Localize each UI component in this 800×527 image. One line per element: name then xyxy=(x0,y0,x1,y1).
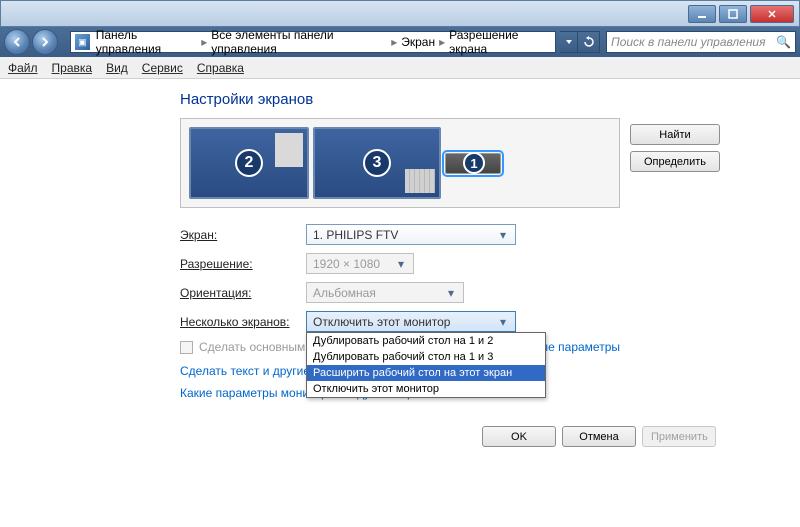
search-icon: 🔍 xyxy=(776,35,791,49)
breadcrumb[interactable]: Все элементы панели управления xyxy=(211,28,387,56)
find-button[interactable]: Найти xyxy=(630,124,720,145)
dialog-buttons: OK Отмена Применить xyxy=(80,426,720,447)
dropdown-option[interactable]: Дублировать рабочий стол на 1 и 2 xyxy=(307,333,545,349)
multiple-displays-select[interactable]: Отключить этот монитор ▾ xyxy=(306,311,516,332)
menu-bar: Файл Правка Вид Сервис Справка xyxy=(0,57,800,79)
refresh-button[interactable] xyxy=(578,31,600,53)
menu-edit[interactable]: Правка xyxy=(52,61,93,75)
chevron-down-icon: ▾ xyxy=(393,257,409,271)
display-value: 1. PHILIPS FTV xyxy=(313,228,398,242)
resolution-label: Разрешение: xyxy=(180,257,306,271)
identify-button[interactable]: Определить xyxy=(630,151,720,172)
orientation-value: Альбомная xyxy=(313,286,376,300)
multiple-displays-label: Несколько экранов: xyxy=(180,315,306,329)
search-placeholder: Поиск в панели управления xyxy=(611,35,766,49)
menu-view[interactable]: Вид xyxy=(106,61,128,75)
monitor-number: 1 xyxy=(463,152,485,174)
search-input[interactable]: Поиск в панели управления 🔍 xyxy=(606,31,796,53)
cancel-button[interactable]: Отмена xyxy=(562,426,636,447)
chevron-down-icon: ▾ xyxy=(495,228,511,242)
menu-file[interactable]: Файл xyxy=(8,61,38,75)
chevron-right-icon: ▸ xyxy=(435,35,449,49)
monitor-1[interactable]: 1 xyxy=(445,153,501,174)
resolution-value: 1920 × 1080 xyxy=(313,257,380,271)
chevron-right-icon: ▸ xyxy=(197,35,211,49)
breadcrumb[interactable]: Панель управления xyxy=(96,28,198,56)
chevron-right-icon: ▸ xyxy=(387,35,401,49)
forward-button[interactable] xyxy=(32,29,58,55)
page-title: Настройки экранов xyxy=(180,91,620,108)
resolution-select: 1920 × 1080 ▾ xyxy=(306,253,414,274)
address-dropdown[interactable] xyxy=(560,31,578,53)
display-select[interactable]: 1. PHILIPS FTV ▾ xyxy=(306,224,516,245)
window-titlebar xyxy=(0,0,800,27)
dropdown-option[interactable]: Дублировать рабочий стол на 1 и 3 xyxy=(307,349,545,365)
window-preview-icon xyxy=(275,133,303,167)
dropdown-option[interactable]: Отключить этот монитор xyxy=(307,381,545,397)
navigation-bar: ▣ Панель управления ▸ Все элементы панел… xyxy=(0,27,800,57)
chevron-down-icon: ▾ xyxy=(495,315,511,329)
orientation-select: Альбомная ▾ xyxy=(306,282,464,303)
text-size-link[interactable]: Сделать текст и другие xyxy=(180,364,310,378)
menu-service[interactable]: Сервис xyxy=(142,61,183,75)
content-area: Настройки экранов 2 3 1 Найти Определить xyxy=(0,79,800,447)
dropdown-option[interactable]: Расширить рабочий стол на этот экран xyxy=(307,365,545,381)
make-primary-label: Сделать основным xyxy=(199,340,305,354)
ok-button[interactable]: OK xyxy=(482,426,556,447)
monitor-number: 3 xyxy=(363,149,391,177)
breadcrumb[interactable]: Разрешение экрана xyxy=(449,28,551,56)
chevron-down-icon: ▾ xyxy=(443,286,459,300)
close-button[interactable] xyxy=(750,5,794,23)
monitor-2[interactable]: 2 xyxy=(189,127,309,199)
maximize-button[interactable] xyxy=(719,5,747,23)
monitor-number: 2 xyxy=(235,149,263,177)
minimize-button[interactable] xyxy=(688,5,716,23)
multiple-displays-dropdown: Дублировать рабочий стол на 1 и 2 Дублир… xyxy=(306,332,546,398)
orientation-label: Ориентация: xyxy=(180,286,306,300)
monitor-arrangement[interactable]: 2 3 1 xyxy=(180,118,620,208)
window-preview-icon xyxy=(405,169,435,193)
address-bar[interactable]: ▣ Панель управления ▸ Все элементы панел… xyxy=(70,31,556,53)
monitor-3[interactable]: 3 xyxy=(313,127,441,199)
make-primary-checkbox xyxy=(180,341,193,354)
display-label: Экран: xyxy=(180,228,306,242)
back-button[interactable] xyxy=(4,29,30,55)
apply-button: Применить xyxy=(642,426,716,447)
multiple-displays-value: Отключить этот монитор xyxy=(313,315,450,329)
menu-help[interactable]: Справка xyxy=(197,61,244,75)
breadcrumb[interactable]: Экран xyxy=(401,35,435,49)
control-panel-icon: ▣ xyxy=(75,34,90,50)
